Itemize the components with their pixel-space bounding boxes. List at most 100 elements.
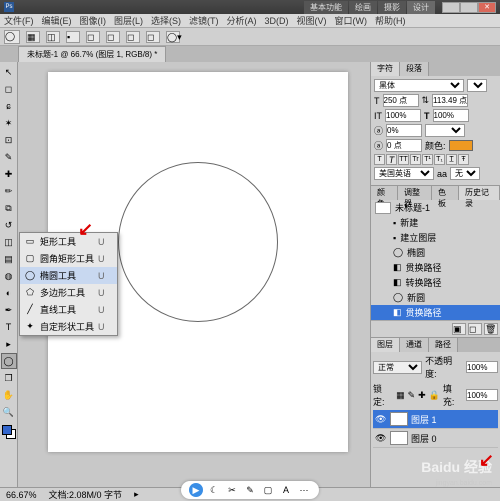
menu-file[interactable]: 文件(F) xyxy=(4,14,34,27)
menu-3d[interactable]: 3D(D) xyxy=(265,16,289,26)
font-size-input[interactable] xyxy=(383,94,419,107)
path-exclude-icon[interactable]: ◻ xyxy=(146,31,160,43)
delete-step-button[interactable]: 🗑 xyxy=(484,323,498,335)
color-swatches[interactable] xyxy=(0,425,17,445)
workspace-basic[interactable]: 基本功能 xyxy=(304,1,348,14)
foreground-color-swatch[interactable] xyxy=(2,425,12,435)
scale-h-input[interactable] xyxy=(385,109,421,122)
shape-tool-icon[interactable]: ◯ xyxy=(1,353,17,369)
path-subtract-icon[interactable]: ◻ xyxy=(106,31,120,43)
history-step[interactable]: ▪ 建立图层 xyxy=(371,230,500,245)
history-step[interactable]: ◯ 椭圆 xyxy=(371,245,500,260)
tab-paragraph[interactable]: 段落 xyxy=(400,62,429,76)
flyout-custom-shape[interactable]: ✦ 自定形状工具 U xyxy=(20,318,117,335)
font-family-select[interactable]: 黑体 xyxy=(374,79,464,92)
history-step[interactable]: ◯ 新圆 xyxy=(371,290,500,305)
menu-select[interactable]: 选择(S) xyxy=(151,14,181,27)
language-select[interactable]: 美国英语 xyxy=(374,167,434,180)
paths-icon[interactable]: ◫ xyxy=(46,31,60,43)
lock-pixels-icon[interactable]: ▦ xyxy=(396,390,405,401)
workspace-photo[interactable]: 摄影 xyxy=(378,1,406,14)
menu-analysis[interactable]: 分析(A) xyxy=(227,14,257,27)
history-brush-tool-icon[interactable]: ↺ xyxy=(1,217,17,233)
healing-tool-icon[interactable]: ✚ xyxy=(1,166,17,182)
superscript-button[interactable]: T¹ xyxy=(422,154,433,165)
workspace-design[interactable]: 设计 xyxy=(407,1,435,14)
path-select-tool-icon[interactable]: ▸ xyxy=(1,336,17,352)
leading-input[interactable] xyxy=(432,94,468,107)
eyedropper-tool-icon[interactable]: ✎ xyxy=(1,149,17,165)
tab-paths[interactable]: 路径 xyxy=(429,338,458,352)
kerning-select[interactable] xyxy=(425,124,465,137)
square-icon[interactable]: ▢ xyxy=(261,483,275,497)
smallcaps-button[interactable]: Tr xyxy=(410,154,421,165)
bold-button[interactable]: T xyxy=(374,154,385,165)
flyout-ellipse[interactable]: ◯ 椭圆工具 U xyxy=(20,267,117,284)
caps-button[interactable]: TT xyxy=(398,154,409,165)
document-size[interactable]: 文档:2.08M/0 字节 xyxy=(49,488,123,501)
lock-icon[interactable]: 🔒 xyxy=(429,390,440,401)
close-button[interactable]: ✕ xyxy=(478,2,496,13)
fill-input[interactable] xyxy=(466,389,498,401)
hand-tool-icon[interactable]: ✋ xyxy=(1,387,17,403)
marquee-tool-icon[interactable]: ◻ xyxy=(1,81,17,97)
underline-button[interactable]: T̲ xyxy=(446,154,457,165)
gradient-tool-icon[interactable]: ▤ xyxy=(1,251,17,267)
history-step-current[interactable]: ◧ 贯换路径 xyxy=(371,305,500,320)
visibility-icon[interactable]: 👁 xyxy=(375,433,387,444)
brush-tool-icon[interactable]: ✏ xyxy=(1,183,17,199)
history-snapshot[interactable]: 未标题-1 xyxy=(371,200,500,215)
zoom-level[interactable]: 66.67% xyxy=(6,490,37,500)
blend-mode-select[interactable]: 正常 xyxy=(373,361,422,374)
workspace-painting[interactable]: 绘画 xyxy=(349,1,377,14)
kern-input[interactable] xyxy=(386,139,422,152)
fill-pixels-icon[interactable]: ▪ xyxy=(66,31,80,43)
scissors-icon[interactable]: ✂ xyxy=(225,483,239,497)
font-style-select[interactable]: - xyxy=(467,79,487,92)
crop-tool-icon[interactable]: ⊡ xyxy=(1,132,17,148)
menu-layer[interactable]: 图层(L) xyxy=(114,14,143,27)
tab-color[interactable]: 颜色 xyxy=(371,186,398,200)
tab-layers[interactable]: 图层 xyxy=(371,338,400,352)
layer-item-selected[interactable]: 👁 图层 1 xyxy=(373,410,498,429)
menu-view[interactable]: 视图(V) xyxy=(297,14,327,27)
dodge-tool-icon[interactable]: ◐ xyxy=(1,285,17,301)
tab-swatches[interactable]: 色板 xyxy=(432,186,459,200)
magic-wand-tool-icon[interactable]: ✶ xyxy=(1,115,17,131)
tab-character[interactable]: 字符 xyxy=(371,62,400,76)
stamp-tool-icon[interactable]: ⧉ xyxy=(1,200,17,216)
pencil-icon[interactable]: ✎ xyxy=(243,483,257,497)
menu-edit[interactable]: 编辑(E) xyxy=(42,14,72,27)
menu-window[interactable]: 窗口(W) xyxy=(335,14,368,27)
layer-item[interactable]: 👁 图层 0 xyxy=(373,429,498,448)
shape-options-icon[interactable]: ◯▾ xyxy=(166,31,180,43)
play-icon[interactable]: ▶ xyxy=(189,483,203,497)
moon-icon[interactable]: ☾ xyxy=(207,483,221,497)
flyout-polygon[interactable]: ⬠ 多边形工具 U xyxy=(20,284,117,301)
path-intersect-icon[interactable]: ◻ xyxy=(126,31,140,43)
document-tab[interactable]: 未标题-1 @ 66.7% (图层 1, RGB/8) * xyxy=(18,46,166,62)
text-color-swatch[interactable] xyxy=(449,140,473,151)
subscript-button[interactable]: T₁ xyxy=(434,154,445,165)
new-snapshot-button[interactable]: ◻ xyxy=(468,323,482,335)
shape-layers-icon[interactable]: ▦ xyxy=(26,31,40,43)
tab-history[interactable]: 历史记录 xyxy=(459,186,500,200)
3d-tool-icon[interactable]: ❐ xyxy=(1,370,17,386)
antialias-select[interactable]: 无 xyxy=(450,167,480,180)
lasso-tool-icon[interactable]: ɕ xyxy=(1,98,17,114)
pen-tool-icon[interactable]: ✒ xyxy=(1,302,17,318)
minimize-button[interactable]: — xyxy=(442,2,460,13)
menu-image[interactable]: 图像(I) xyxy=(80,14,107,27)
blur-tool-icon[interactable]: ◍ xyxy=(1,268,17,284)
path-add-icon[interactable]: ◻ xyxy=(86,31,100,43)
history-step[interactable]: ◧ 贯换路径 xyxy=(371,260,500,275)
history-step[interactable]: ◧ 转换路径 xyxy=(371,275,500,290)
lock-all-icon[interactable]: ✚ xyxy=(418,390,426,401)
opacity-input[interactable] xyxy=(466,361,498,373)
scale-v-input[interactable] xyxy=(433,109,469,122)
lock-position-icon[interactable]: ✎ xyxy=(408,390,416,401)
menu-filter[interactable]: 滤镜(T) xyxy=(189,14,219,27)
ellipse-path[interactable] xyxy=(118,162,278,322)
italic-button[interactable]: T xyxy=(386,154,397,165)
eraser-tool-icon[interactable]: ◫ xyxy=(1,234,17,250)
